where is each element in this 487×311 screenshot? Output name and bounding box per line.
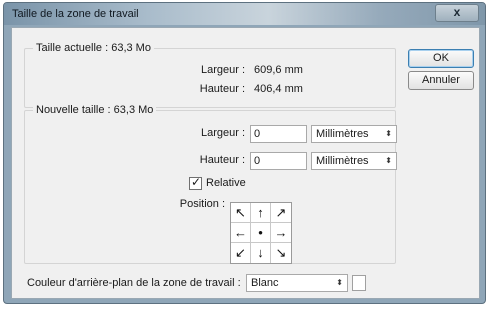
- anchor-bottom-right-icon[interactable]: ↘: [271, 243, 291, 263]
- anchor-top-right-icon[interactable]: ↗: [271, 203, 291, 223]
- window-title: Taille de la zone de travail: [12, 8, 139, 20]
- cancel-button[interactable]: Annuler: [408, 71, 474, 90]
- title-bar[interactable]: Taille de la zone de travail x: [4, 3, 485, 25]
- anchor-top-left-icon[interactable]: ↖: [231, 203, 251, 223]
- height-input[interactable]: 0: [250, 152, 307, 170]
- dialog-window: Taille de la zone de travail x Taille ac…: [3, 2, 486, 304]
- chevron-updown-icon: ⬍: [385, 129, 392, 138]
- background-color-select[interactable]: Blanc ⬍: [246, 274, 348, 292]
- chevron-updown-icon: ⬍: [385, 156, 392, 165]
- height-unit-value: Millimètres: [316, 155, 369, 167]
- new-width-label: Largeur :: [200, 127, 245, 139]
- current-height-value: 406,4 mm: [254, 83, 303, 95]
- current-width-value: 609,6 mm: [254, 64, 303, 76]
- close-icon: x: [453, 5, 461, 19]
- chevron-updown-icon: ⬍: [336, 278, 343, 287]
- relative-checkbox[interactable]: ✓: [189, 175, 202, 190]
- new-height-label: Hauteur :: [199, 154, 245, 166]
- width-unit-select[interactable]: Millimètres ⬍: [311, 125, 397, 143]
- new-size-title: Nouvelle taille : 63,3 Mo: [33, 104, 157, 116]
- anchor-center-icon[interactable]: •: [251, 223, 271, 243]
- position-label: Position :: [179, 198, 225, 210]
- background-color-swatch[interactable]: [352, 275, 366, 291]
- anchor-top-icon[interactable]: ↑: [251, 203, 271, 223]
- close-button[interactable]: x: [435, 4, 479, 22]
- new-size-group: Nouvelle taille : 63,3 Mo Largeur : 0 Mi…: [24, 104, 397, 264]
- current-height-label: Hauteur :: [199, 83, 245, 95]
- background-color-label: Couleur d'arrière-plan de la zone de tra…: [27, 277, 241, 289]
- width-input[interactable]: 0: [250, 125, 307, 143]
- width-unit-value: Millimètres: [316, 128, 369, 140]
- current-width-label: Largeur :: [200, 64, 245, 76]
- current-size-title: Taille actuelle : 63,3 Mo: [33, 42, 154, 54]
- anchor-right-icon[interactable]: →: [271, 223, 291, 243]
- relative-label: Relative: [206, 177, 246, 189]
- anchor-bottom-left-icon[interactable]: ↙: [231, 243, 251, 263]
- anchor-left-icon[interactable]: ←: [231, 223, 251, 243]
- anchor-grid: ↖ ↑ ↗ ← • → ↙ ↓ ↘: [230, 202, 292, 264]
- height-unit-select[interactable]: Millimètres ⬍: [311, 152, 397, 170]
- ok-button[interactable]: OK: [408, 49, 474, 68]
- current-size-group: Taille actuelle : 63,3 Mo Largeur : 609,…: [24, 42, 396, 108]
- background-color-value: Blanc: [251, 277, 279, 289]
- anchor-bottom-icon[interactable]: ↓: [251, 243, 271, 263]
- dialog-body: Taille actuelle : 63,3 Mo Largeur : 609,…: [11, 27, 480, 299]
- check-icon: ✓: [190, 175, 202, 189]
